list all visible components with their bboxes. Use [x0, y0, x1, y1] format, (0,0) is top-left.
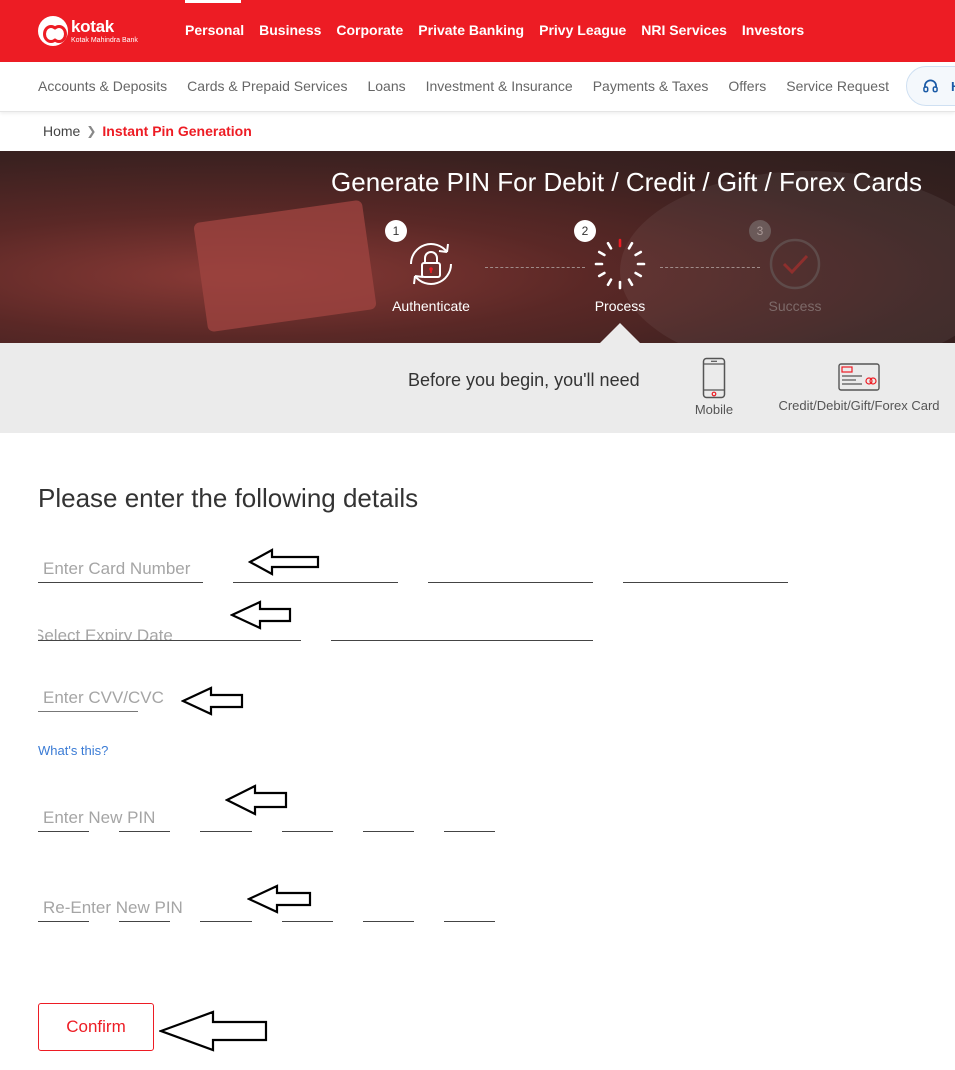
- new-pin-digit-6[interactable]: [444, 794, 495, 832]
- breadcrumb-current: Instant Pin Generation: [102, 123, 252, 139]
- mobile-icon: [702, 357, 726, 399]
- active-step-pointer: [600, 323, 640, 343]
- reenter-pin-digit-6[interactable]: [444, 884, 495, 922]
- requirement-card-label: Credit/Debit/Gift/Forex Card: [778, 398, 940, 413]
- top-nav-private-banking[interactable]: Private Banking: [418, 22, 524, 38]
- annotation-arrow-left-icon: [247, 884, 312, 914]
- breadcrumb: Home ❯ Instant Pin Generation: [43, 123, 252, 139]
- credit-card-icon: [838, 363, 880, 391]
- requirement-card: Credit/Debit/Gift/Forex Card: [764, 363, 954, 413]
- sub-nav-offers[interactable]: Offers: [728, 78, 766, 94]
- step-success: 3 Success: [735, 220, 855, 314]
- brand-name: kotak: [71, 17, 114, 36]
- reenter-pin-digit-2[interactable]: [119, 884, 170, 922]
- headset-icon: [923, 79, 938, 93]
- annotation-arrow-left-icon: [248, 548, 320, 576]
- page-title: Generate PIN For Debit / Credit / Gift /…: [331, 167, 922, 197]
- top-nav-nri-services[interactable]: NRI Services: [641, 22, 727, 38]
- step-number: 2: [574, 220, 596, 242]
- whats-this-link[interactable]: What's this?: [38, 743, 108, 758]
- requirement-mobile-label: Mobile: [694, 402, 734, 417]
- sub-nav-cards-prepaid[interactable]: Cards & Prepaid Services: [187, 78, 347, 94]
- reenter-pin-digit-3[interactable]: [200, 884, 252, 922]
- card-number-input-4[interactable]: [623, 545, 788, 583]
- brand-tagline: Kotak Mahindra Bank: [71, 37, 138, 44]
- annotation-arrow-left-icon: [181, 686, 244, 716]
- card-number-input-3[interactable]: [428, 545, 593, 583]
- step-process: 2 Process: [560, 220, 680, 314]
- form-title: Please enter the following details: [38, 483, 419, 513]
- step-label: Success: [768, 298, 822, 314]
- expiry-year-select[interactable]: [331, 603, 593, 641]
- cvv-input[interactable]: Enter CVV/CVC: [38, 674, 164, 712]
- card-number-input-1[interactable]: Enter Card Number: [38, 545, 203, 583]
- annotation-arrow-left-icon: [230, 600, 292, 630]
- help-label: H: [951, 79, 955, 94]
- sub-nav-service-request[interactable]: Service Request: [786, 78, 889, 94]
- top-nav-personal[interactable]: Personal: [185, 22, 244, 38]
- step-label: Process: [594, 298, 646, 314]
- new-pin-digit-5[interactable]: [363, 794, 414, 832]
- expiry-placeholder: Select Expiry Date: [38, 626, 173, 641]
- top-nav-privy-league[interactable]: Privy League: [539, 22, 626, 38]
- lock-refresh-icon: [410, 243, 452, 285]
- step-label: Authenticate: [392, 298, 470, 314]
- cvv-placeholder: Enter CVV/CVC: [43, 688, 164, 707]
- chevron-right-icon: ❯: [86, 124, 97, 138]
- active-tab-indicator: [185, 0, 241, 3]
- reenter-pin-digit-1[interactable]: Re-Enter New PIN: [38, 884, 183, 922]
- new-pin-digit-2[interactable]: [119, 794, 170, 832]
- top-nav-menu: Personal Business Corporate Private Bank…: [185, 22, 804, 38]
- reenter-pin-digit-5[interactable]: [363, 884, 414, 922]
- kotak-logo[interactable]: kotak Kotak Mahindra Bank: [38, 16, 138, 46]
- top-nav-investors[interactable]: Investors: [742, 22, 804, 38]
- sub-nav-payments-taxes[interactable]: Payments & Taxes: [593, 78, 709, 94]
- top-navigation-bar: kotak Kotak Mahindra Bank Personal Busin…: [0, 0, 955, 62]
- help-button[interactable]: H: [906, 66, 955, 106]
- requirements-text: Before you begin, you'll need: [408, 370, 640, 390]
- sub-nav-loans[interactable]: Loans: [367, 78, 405, 94]
- confirm-button[interactable]: Confirm: [38, 1003, 154, 1051]
- secondary-navigation-bar: Accounts & Deposits Cards & Prepaid Serv…: [0, 62, 955, 112]
- spinner-icon: [594, 238, 646, 290]
- sub-nav-accounts-deposits[interactable]: Accounts & Deposits: [38, 78, 167, 94]
- annotation-arrow-left-icon: [159, 1010, 268, 1052]
- new-pin-digit-4[interactable]: [282, 794, 333, 832]
- top-nav-corporate[interactable]: Corporate: [336, 22, 403, 38]
- breadcrumb-home[interactable]: Home: [43, 123, 80, 139]
- top-nav-business[interactable]: Business: [259, 22, 321, 38]
- requirements-band: Before you begin, you'll need Mobile Cre…: [0, 343, 955, 433]
- card-number-placeholder: Enter Card Number: [43, 559, 191, 578]
- checkmark-icon: [769, 238, 821, 290]
- step-number: 3: [749, 220, 771, 242]
- hero-background-card: [193, 199, 377, 333]
- step-authenticate: 1 Authenticate: [371, 220, 491, 314]
- new-pin-digit-1[interactable]: Enter New PIN: [38, 794, 155, 832]
- step-number: 1: [385, 220, 407, 242]
- requirement-mobile: Mobile: [688, 357, 740, 417]
- sub-nav-investment-insurance[interactable]: Investment & Insurance: [426, 78, 573, 94]
- annotation-arrow-left-icon: [225, 784, 288, 816]
- kotak-logo-icon: [38, 16, 68, 46]
